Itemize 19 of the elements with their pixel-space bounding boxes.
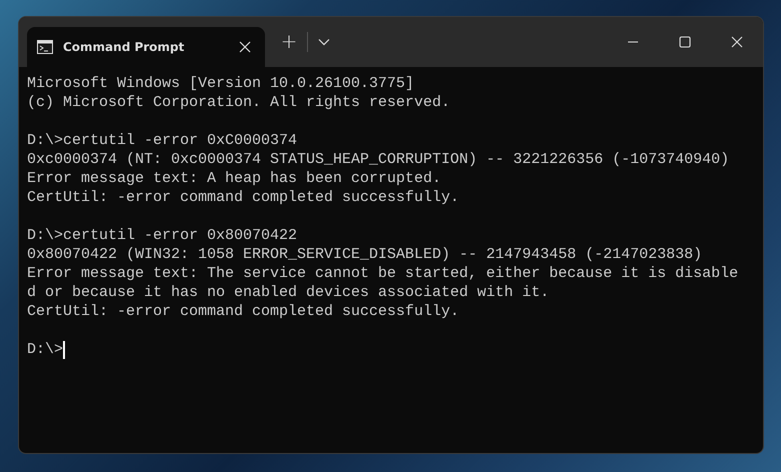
terminal-line: D:\>certutil -error 0xC0000374	[27, 131, 298, 150]
chevron-down-icon[interactable]	[318, 38, 330, 46]
terminal-line: d or because it has no enabled devices associated with it.	[27, 283, 550, 302]
prompt-text: D:\>	[27, 340, 64, 359]
terminal-line: Error message text: The service cannot be started, either because it is disable	[27, 264, 740, 283]
terminal-line: Microsoft Windows [Version 10.0.26100.3775]	[27, 74, 416, 93]
new-tab-button[interactable]: +	[271, 23, 307, 59]
terminal-line: CertUtil: -error command completed successfully.	[27, 188, 460, 207]
terminal-line: 0x80070422 (WIN32: 1058 ERROR_SERVICE_DISABLED) -- 2147943458 (-2147023838)	[27, 245, 704, 264]
terminal-line: (c) Microsoft Corporation. All rights reserved.	[27, 93, 452, 112]
maximize-icon[interactable]	[679, 36, 691, 48]
terminal-line: Error message text: A heap has been corrupted.	[27, 169, 442, 188]
close-tab-icon[interactable]	[239, 41, 251, 53]
tab[interactable]: Command Prompt	[27, 27, 265, 67]
terminal-line: 0xc0000374 (NT: 0xc0000374 STATUS_HEAP_CORRUPTION) -- 3221226356 (-1073740940)	[27, 150, 730, 169]
terminal-line: CertUtil: -error command completed successfully.	[27, 302, 460, 321]
close-icon[interactable]	[731, 36, 743, 48]
console-icon	[37, 40, 53, 54]
terminal-line: D:\>certutil -error 0x80070422	[27, 226, 298, 245]
